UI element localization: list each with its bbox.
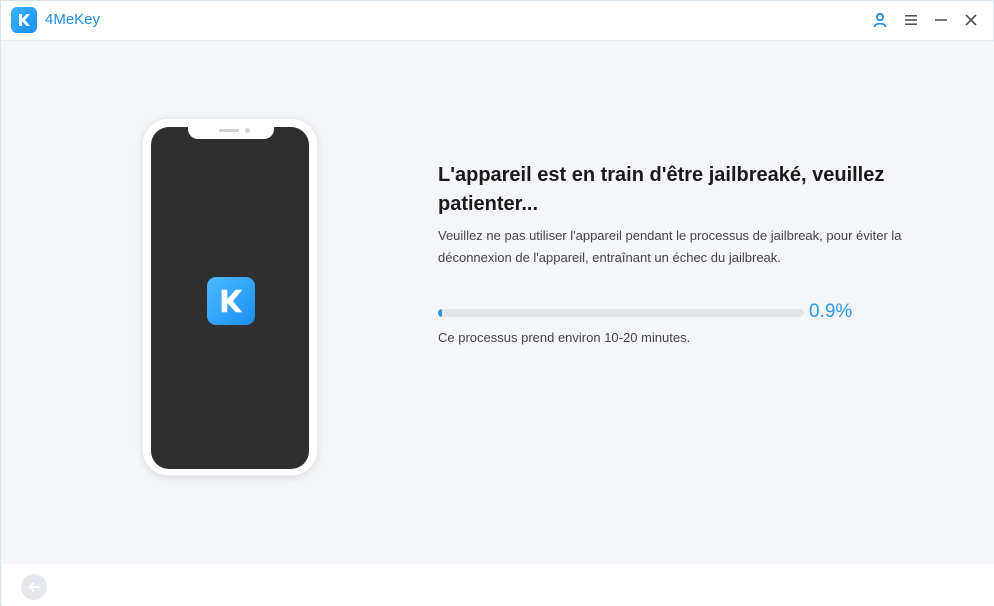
account-button[interactable] [870, 10, 890, 30]
footer-bar [2, 564, 994, 606]
phone-app-logo [207, 277, 255, 325]
app-name: 4MeKey [45, 11, 101, 28]
main-content: L'appareil est en train d'être jailbreak… [2, 42, 994, 564]
page-title: L'appareil est en train d'être jailbreak… [438, 164, 885, 215]
description-text: Veuillez ne pas utiliser l'appareil pend… [438, 228, 902, 265]
progress-fill [438, 309, 442, 317]
back-button[interactable] [21, 574, 47, 600]
k-logo-icon [19, 14, 30, 26]
user-icon [873, 12, 887, 28]
k-logo-icon [221, 289, 243, 313]
close-button[interactable] [961, 10, 981, 30]
close-icon [965, 14, 977, 26]
title-bar: 4MeKey [1, 1, 993, 41]
duration-note: Ce processus prend environ 10-20 minutes… [438, 330, 691, 345]
menu-icon [905, 15, 917, 25]
phone-camera [245, 128, 250, 133]
app-logo [11, 7, 37, 33]
arrow-left-icon [28, 582, 40, 592]
progress-bar [438, 309, 804, 317]
phone-notch [188, 123, 274, 139]
app-window: 4MeKey L'appareil est en train d'être ja… [0, 0, 994, 606]
minimize-button[interactable] [931, 10, 951, 30]
phone-illustration [142, 118, 318, 476]
phone-speaker [219, 129, 239, 132]
menu-button[interactable] [901, 10, 921, 30]
progress-percentage: 0.9% [809, 301, 853, 322]
minimize-icon [935, 19, 947, 21]
